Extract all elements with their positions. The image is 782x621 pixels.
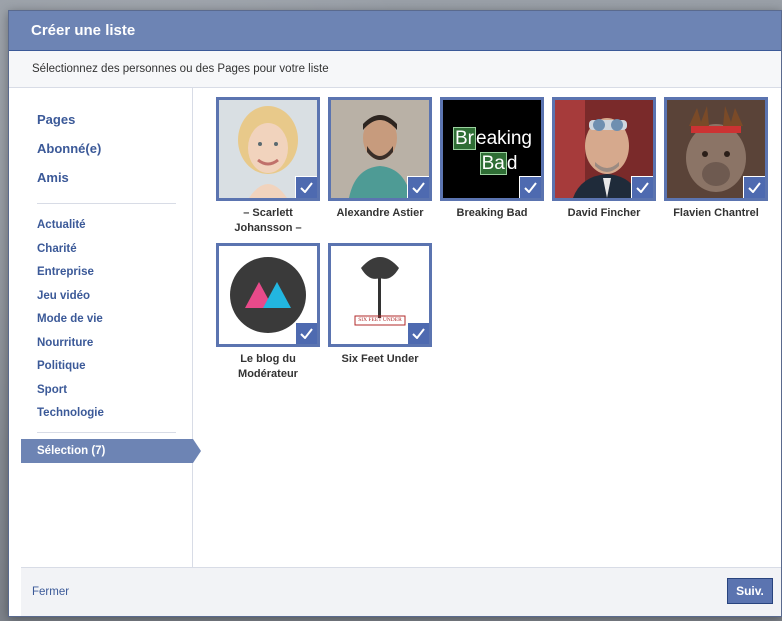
tile-image (216, 243, 320, 347)
check-icon[interactable] (519, 176, 541, 198)
tile-label: Six Feet Under (341, 353, 419, 365)
tile-image (216, 97, 320, 201)
next-button[interactable]: Suiv. (727, 578, 773, 604)
sidebar-item-selection[interactable]: Sélection (7) (21, 439, 201, 463)
dialog-footer: Fermer Suiv. (21, 567, 781, 616)
tile-label: Flavien Chantrel (673, 207, 759, 219)
tile-label: David Fincher (567, 207, 641, 219)
tile-image: SIX FEET UNDER (328, 243, 432, 347)
check-icon[interactable] (407, 176, 429, 198)
create-list-dialog: Créer une liste Sélectionnez des personn… (8, 10, 782, 617)
sidebar-item-charite[interactable]: Charité (37, 240, 192, 264)
sidebar-divider (37, 431, 176, 433)
tile-david-fincher[interactable]: David Fincher (549, 97, 659, 221)
check-icon[interactable] (631, 176, 653, 198)
sidebar-item-abonne[interactable]: Abonné(e) (37, 139, 192, 168)
tile-six-feet-under[interactable]: SIX FEET UNDER Six Feet Under (325, 243, 435, 367)
sidebar-item-entreprise[interactable]: Entreprise (37, 263, 192, 287)
dialog-subtitle: Sélectionnez des personnes ou des Pages … (32, 63, 329, 75)
sidebar-item-nourriture[interactable]: Nourriture (37, 334, 192, 358)
sidebar-item-actualite[interactable]: Actualité (37, 216, 192, 240)
tile-scarlett-johansson[interactable]: – Scarlett Johansson – (213, 97, 323, 236)
check-icon[interactable] (295, 322, 317, 344)
tile-label: Alexandre Astier (336, 207, 424, 219)
sidebar-item-politique[interactable]: Politique (37, 357, 192, 381)
dialog-titlebar: Créer une liste (9, 11, 781, 51)
tile-flavien-chantrel[interactable]: Flavien Chantrel (661, 97, 771, 221)
tile-label: – Scarlett Johansson – (234, 207, 302, 234)
sidebar-categories: Actualité Charité Entreprise Jeu vidéo M… (21, 204, 192, 428)
breaking-bad-logo: Br eaking Ba d (453, 127, 532, 175)
sidebar: Pages Abonné(e) Amis Actualité Charité E… (21, 88, 201, 568)
sidebar-item-jeu-video[interactable]: Jeu vidéo (37, 287, 192, 311)
dialog-title: Créer une liste (31, 22, 136, 39)
close-link[interactable]: Fermer (32, 586, 69, 598)
tile-image (664, 97, 768, 201)
check-icon[interactable] (295, 176, 317, 198)
tile-image (552, 97, 656, 201)
sidebar-item-sport[interactable]: Sport (37, 381, 192, 405)
sidebar-item-amis[interactable]: Amis (37, 168, 192, 197)
tile-image: Br eaking Ba d (440, 97, 544, 201)
tile-label: Le blog du Modérateur (238, 353, 298, 380)
check-icon[interactable] (407, 322, 429, 344)
sidebar-item-pages[interactable]: Pages (37, 110, 192, 139)
tile-image (328, 97, 432, 201)
tile-label: Breaking Bad (456, 207, 528, 219)
sidebar-top-nav: Pages Abonné(e) Amis (21, 88, 192, 197)
tree-logo-text: SIX FEET UNDER (358, 317, 402, 323)
tile-breaking-bad[interactable]: Br eaking Ba d Breaking Bad (437, 97, 547, 221)
sidebar-item-technologie[interactable]: Technologie (37, 404, 192, 428)
sidebar-item-mode-de-vie[interactable]: Mode de vie (37, 310, 192, 334)
dialog-content: Pages Abonné(e) Amis Actualité Charité E… (21, 88, 781, 568)
tile-alexandre-astier[interactable]: Alexandre Astier (325, 97, 435, 221)
dialog-subtitle-bar: Sélectionnez des personnes ou des Pages … (9, 51, 781, 88)
check-icon[interactable] (743, 176, 765, 198)
tile-le-blog-du-moderateur[interactable]: Le blog du Modérateur (213, 243, 323, 382)
